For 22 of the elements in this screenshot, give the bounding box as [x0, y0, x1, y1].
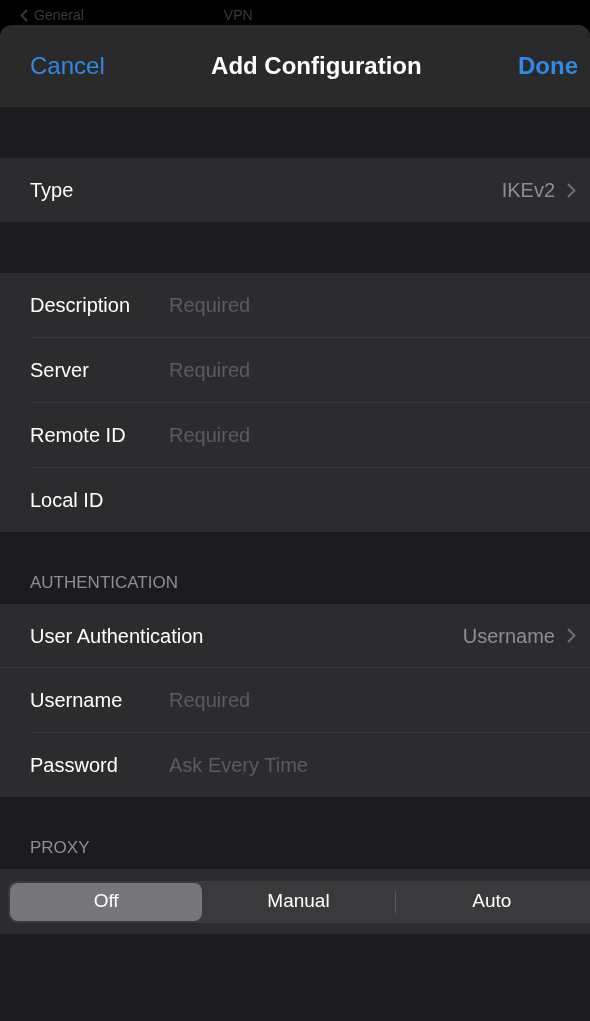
- background-title: VPN: [223, 8, 253, 22]
- field-label: Password: [30, 753, 119, 778]
- field-label: Username: [30, 688, 124, 713]
- field-label: Local ID: [30, 488, 105, 513]
- field-label: Description: [30, 293, 132, 318]
- done-button[interactable]: Done: [518, 47, 578, 84]
- field-label: Server: [30, 358, 90, 383]
- row-label: User Authentication: [30, 623, 205, 649]
- row-value: Username: [462, 623, 555, 649]
- section-header: PROXY: [30, 836, 90, 859]
- chevron-icon: [567, 628, 576, 643]
- field-label: Remote ID: [30, 423, 127, 448]
- segment-tab[interactable]: Manual: [202, 882, 395, 921]
- back-chevron-icon: [20, 8, 28, 22]
- row-value: IKEv2: [501, 178, 555, 203]
- sheet-title: Add Configuration: [211, 50, 422, 81]
- cancel-button[interactable]: Cancel: [30, 47, 105, 84]
- segment-tab[interactable]: Auto: [395, 882, 588, 921]
- section-header: AUTHENTICATION: [30, 571, 178, 594]
- chevron-icon: [567, 182, 576, 198]
- row-label: Type: [30, 178, 75, 203]
- segment-tab[interactable]: Off: [10, 882, 203, 921]
